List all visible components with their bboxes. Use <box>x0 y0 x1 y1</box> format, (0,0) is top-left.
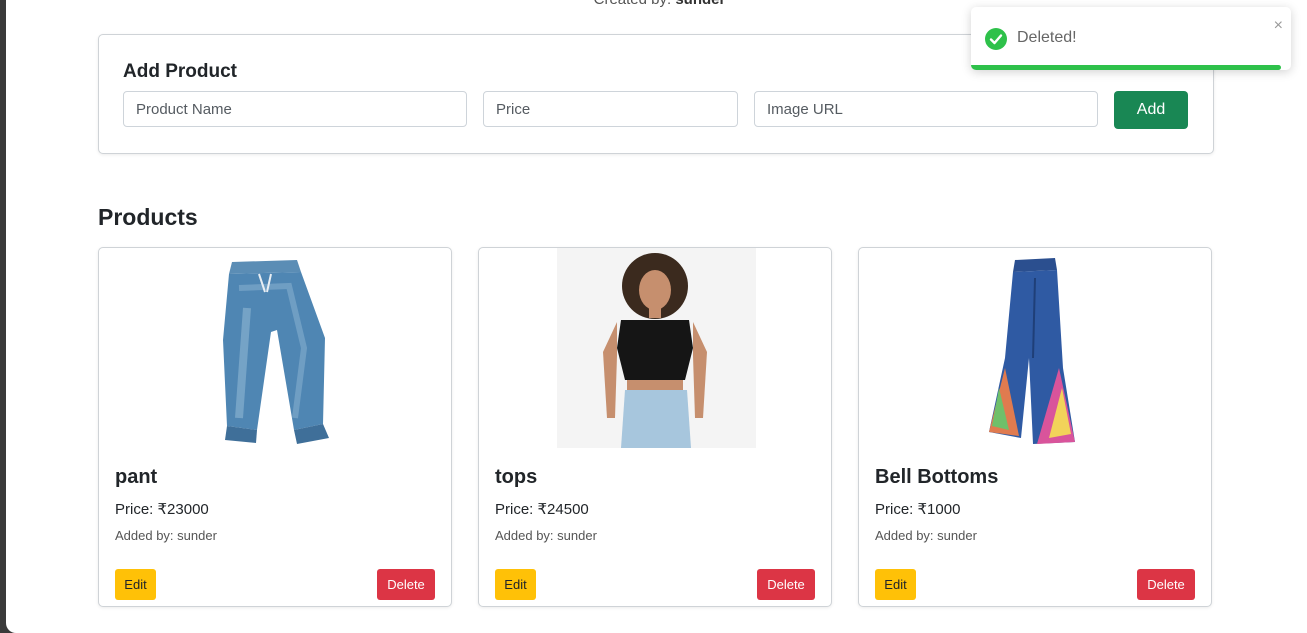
toast-progress-bar <box>971 65 1282 70</box>
edit-button[interactable]: Edit <box>875 569 916 600</box>
jeans-pant-image <box>209 248 342 448</box>
image-url-input[interactable] <box>754 91 1098 127</box>
add-button[interactable]: Add <box>1114 91 1188 129</box>
delete-button[interactable]: Delete <box>377 569 435 600</box>
edit-button[interactable]: Edit <box>495 569 536 600</box>
toast-message: Deleted! <box>1017 29 1077 46</box>
bell-bottom-jeans-image <box>989 258 1075 444</box>
price-input[interactable] <box>483 91 738 127</box>
product-price: Price: ₹23000 <box>115 501 209 518</box>
product-name: Bell Bottoms <box>875 466 999 488</box>
product-price: Price: ₹1000 <box>875 501 961 518</box>
product-price: Price: ₹24500 <box>495 501 589 518</box>
page: Created by: sunder Add Product Add Produ… <box>6 0 1307 633</box>
check-circle-icon <box>985 28 1007 50</box>
delete-button[interactable]: Delete <box>1137 569 1195 600</box>
add-product-title: Add Product <box>123 61 237 82</box>
product-card: tops Price: ₹24500 Added by: sunder Edit… <box>478 247 832 607</box>
close-icon[interactable]: × <box>1274 17 1283 35</box>
product-name-input[interactable] <box>123 91 467 127</box>
black-crop-top-model-image <box>557 248 756 448</box>
product-added-by: Added by: sunder <box>115 528 217 543</box>
product-name: pant <box>115 466 158 488</box>
product-card: pant Price: ₹23000 Added by: sunder Edit… <box>98 247 452 607</box>
product-added-by: Added by: sunder <box>875 528 977 543</box>
product-added-by: Added by: sunder <box>495 528 597 543</box>
product-card: Bell Bottoms Price: ₹1000 Added by: sund… <box>858 247 1212 607</box>
products-heading: Products <box>98 204 198 230</box>
toast-notification: Deleted! × <box>971 7 1291 70</box>
delete-button[interactable]: Delete <box>757 569 815 600</box>
created-by-label: Created by: <box>594 0 672 8</box>
created-by-name: sunder <box>675 0 725 8</box>
edit-button[interactable]: Edit <box>115 569 156 600</box>
product-name: tops <box>495 466 538 488</box>
